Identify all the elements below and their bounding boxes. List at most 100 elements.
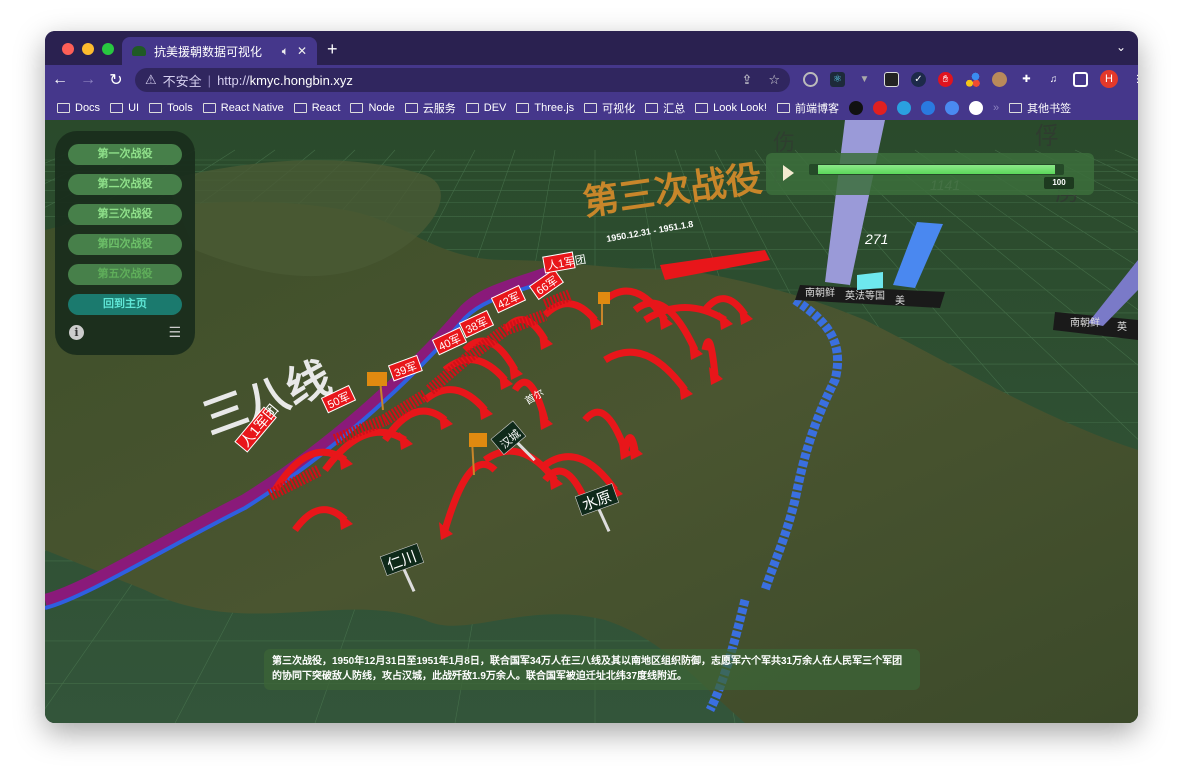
security-label[interactable]: 不安全 <box>163 71 202 90</box>
play-icon[interactable] <box>783 165 794 181</box>
bookmark-folder[interactable]: Docs <box>57 102 100 114</box>
folder-icon <box>584 102 598 113</box>
bookmark-folder[interactable]: DEV <box>465 101 507 114</box>
battle-4-button[interactable]: 第四次战役 <box>68 234 182 255</box>
bookmark-label: Look Look! <box>713 101 767 114</box>
bar-uk-france <box>857 272 883 290</box>
battle-menu-panel: 第一次战役 第二次战役 第三次战役 第四次战役 第五次战役 回到主页 i ☰ <box>55 131 195 355</box>
vue-devtools-icon[interactable]: ▼ <box>857 72 872 87</box>
info-icon[interactable]: i <box>69 325 84 340</box>
bar-category: 美 <box>895 294 905 307</box>
battle-3-button[interactable]: 第三次战役 <box>68 204 182 225</box>
bookmark-folder[interactable]: Node <box>350 101 395 114</box>
progress-slider[interactable] <box>809 164 1064 175</box>
other-bookmarks[interactable]: 其他书签 <box>1009 100 1071 116</box>
battle-2-button[interactable]: 第二次战役 <box>68 174 182 195</box>
bookmark-label: 其他书签 <box>1027 102 1072 115</box>
bookmark-folder[interactable]: Three.js <box>516 102 574 114</box>
folder-icon <box>465 102 479 113</box>
folder-icon <box>516 102 530 113</box>
tab-active[interactable]: 抗美援朝数据可视化 🔈︎ ✕ <box>122 37 317 65</box>
hamburger-menu-icon[interactable]: ☰ <box>168 324 181 341</box>
tab-title: 抗美援朝数据可视化 <box>154 44 263 59</box>
bookmark-folder[interactable]: 前端博客 <box>776 100 839 116</box>
new-tab-button[interactable]: + <box>327 39 338 60</box>
bookmark-folder[interactable]: React <box>293 101 341 114</box>
bookmark-folder[interactable]: React Native <box>202 101 284 114</box>
speaker-icon[interactable]: 🔈︎ <box>282 44 289 59</box>
bookmark-label: Three.js <box>534 101 575 114</box>
bookmark-folder[interactable]: UI <box>110 102 139 114</box>
back-button[interactable]: ← <box>47 71 73 89</box>
home-button[interactable]: 回到主页 <box>68 294 182 315</box>
progress-value: 100 <box>1044 177 1074 189</box>
url-text[interactable]: http://kmyc.hongbin.xyz <box>217 73 353 88</box>
3d-battle-map[interactable]: 第三次战役 1950.12.31 - 1951.1.8 三八线 人1军团50军3… <box>45 120 1138 723</box>
github-icon[interactable] <box>848 100 863 115</box>
bookmark-label: DEV <box>483 101 507 114</box>
g-extension-icon[interactable] <box>872 100 887 115</box>
profile-avatar[interactable]: H <box>1100 70 1118 88</box>
google-icon[interactable] <box>968 100 983 115</box>
bookmark-folder[interactable]: Look Look! <box>695 102 767 114</box>
check-extension-icon[interactable]: ✓ <box>911 71 926 87</box>
bookmark-folder[interactable]: Tools <box>149 102 193 114</box>
bg-text: 俘 <box>1035 123 1059 150</box>
extensions: ⚛ ▼ ✓ ✋︎ ✚ ♫ H ⋮ <box>803 70 1138 88</box>
extension-target-icon[interactable] <box>803 71 818 87</box>
battle-1-button[interactable]: 第一次战役 <box>68 144 182 165</box>
bar-category: 南朝鲜 <box>1070 316 1100 329</box>
address-bar[interactable]: ⚠ 不安全 | http://kmyc.hongbin.xyz ⇪ ☆ <box>135 68 790 92</box>
reload-button[interactable]: ↻ <box>103 70 129 90</box>
extension-eyes-icon[interactable] <box>884 71 899 87</box>
folder-icon <box>776 102 790 113</box>
warning-icon[interactable]: ⚠ <box>145 72 157 88</box>
bar-category: 南朝鲜 <box>805 286 835 299</box>
bar-value-label: 271 <box>864 231 888 247</box>
bookmark-label: React Native <box>220 101 284 114</box>
bookmark-label: 可视化 <box>602 102 636 115</box>
bookmark-label: React <box>311 101 341 114</box>
url-prefix: http:// <box>217 72 250 88</box>
side-panel-icon[interactable] <box>1073 71 1088 87</box>
bar-category: 英法等国 <box>845 289 885 302</box>
url-host: kmyc.hongbin.xyz <box>249 72 353 88</box>
folder-icon <box>57 102 70 113</box>
forward-button[interactable]: → <box>75 71 101 89</box>
battle-5-button[interactable]: 第五次战役 <box>68 264 182 285</box>
bookmark-folder[interactable]: 汇总 <box>645 100 685 116</box>
bookmark-label: Node <box>368 101 395 114</box>
bookmark-label: 汇总 <box>663 102 686 115</box>
bookmark-star-icon[interactable]: ☆ <box>768 72 780 88</box>
more-bookmarks-icon[interactable]: » <box>993 102 999 114</box>
folder-icon <box>202 102 216 113</box>
bookmarks-bar: Docs UI Tools React Native React Node 云服务 DEV Th… <box>45 95 1138 120</box>
google-translate-icon[interactable] <box>944 100 959 115</box>
bg-text: 伤 <box>773 130 795 155</box>
puzzle-extensions-icon[interactable]: ✚ <box>1019 72 1034 87</box>
hand-extension-icon[interactable]: ✋︎ <box>938 71 953 87</box>
visualization-canvas[interactable]: 第三次战役 1950.12.31 - 1951.1.8 三八线 人1军团 50军 3… <box>45 120 1138 723</box>
close-tab-icon[interactable]: ✕ <box>297 44 307 58</box>
share-icon[interactable]: ⇪ <box>741 72 752 88</box>
bookmark-label: UI <box>128 101 140 114</box>
progress-fill <box>818 165 1055 174</box>
dots-extension-icon[interactable] <box>965 71 980 87</box>
translate-icon[interactable] <box>920 100 935 115</box>
divider: | <box>207 72 212 88</box>
window-controls <box>62 43 114 55</box>
folder-icon <box>149 102 163 113</box>
bookmark-folder[interactable]: 云服务 <box>404 100 456 116</box>
close-window-button[interactable] <box>62 43 74 55</box>
bilibili-icon[interactable] <box>896 100 911 115</box>
tab-search-chevron-icon[interactable]: ⌄ <box>1116 40 1126 54</box>
more-menu-icon[interactable]: ⋮ <box>1130 72 1139 87</box>
tab-bar: 抗美援朝数据可视化 🔈︎ ✕ + ⌄ <box>45 31 1138 65</box>
bar-category: 英 <box>1117 320 1127 333</box>
react-devtools-icon[interactable]: ⚛ <box>830 71 845 87</box>
maximize-window-button[interactable] <box>102 43 114 55</box>
media-queue-icon[interactable]: ♫ <box>1046 72 1061 87</box>
face-extension-icon[interactable] <box>992 71 1007 87</box>
bookmark-folder[interactable]: 可视化 <box>584 100 635 116</box>
minimize-window-button[interactable] <box>82 43 94 55</box>
